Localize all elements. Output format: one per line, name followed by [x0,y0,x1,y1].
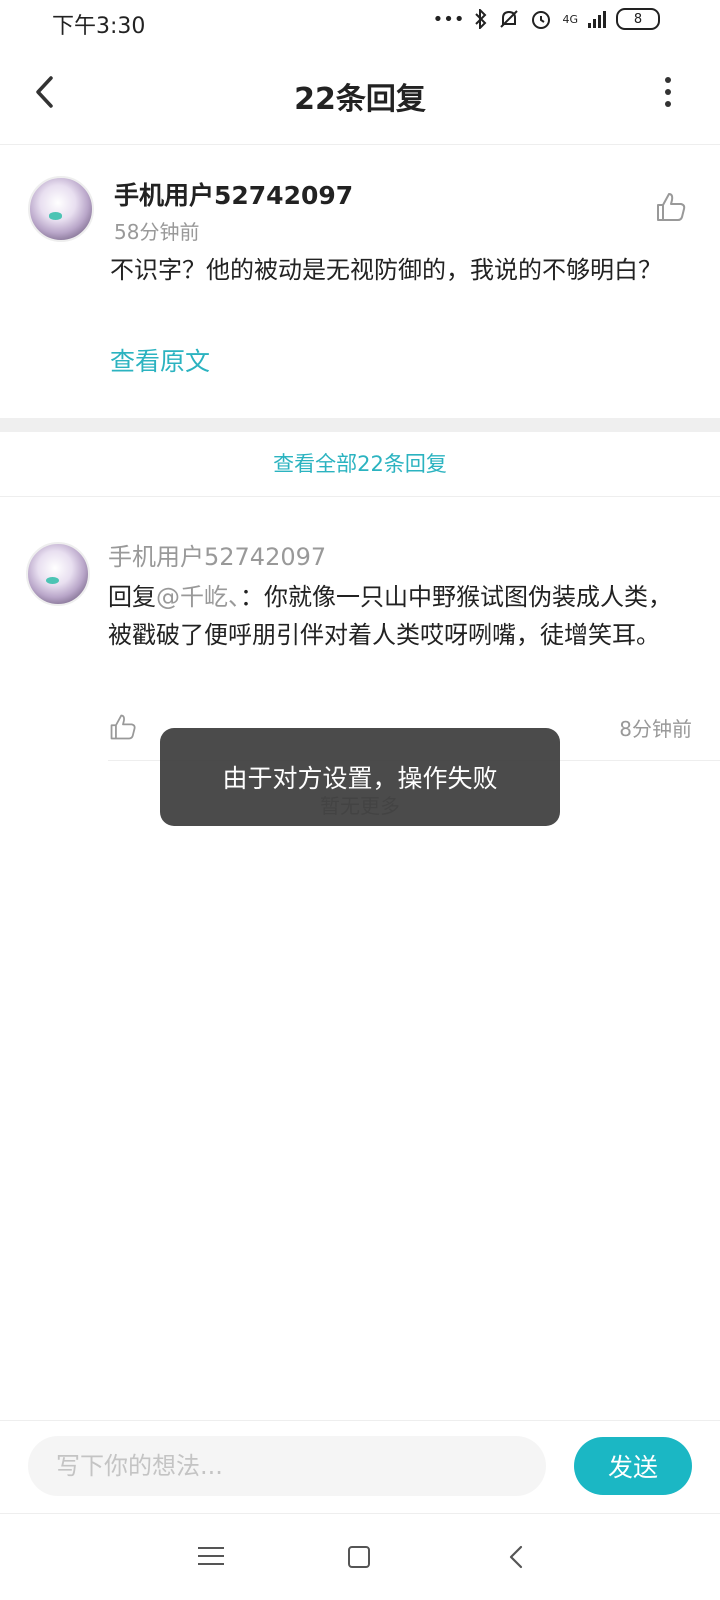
reply-prefix: 回复 [108,583,156,611]
signal-icon [588,10,606,28]
reply-avatar[interactable] [26,542,90,606]
reply-mention[interactable]: @千屹、 [156,583,240,611]
more-options-button[interactable] [656,70,680,114]
view-original-link[interactable]: 查看原文 [110,342,210,378]
page-title: 22条回复 [294,82,426,117]
status-bar: 下午3:30 ••• 4G 8 [0,0,720,44]
system-nav-bar [0,1514,720,1600]
battery-icon: 8 [616,8,660,30]
main-comment-avatar[interactable] [28,176,94,242]
thumbs-up-icon [110,714,136,740]
section-divider [0,418,720,432]
like-button[interactable] [654,190,688,224]
main-comment-time: 58分钟前 [114,220,200,244]
comment-input[interactable] [28,1436,546,1496]
status-icons: ••• 4G 8 [433,8,660,30]
menu-icon[interactable] [198,1542,224,1570]
app-header: 22条回复 [0,44,720,145]
send-button[interactable]: 发送 [574,1437,692,1495]
bluetooth-icon [475,9,487,29]
view-all-replies-link[interactable]: 查看全部22条回复 [0,432,720,497]
thumbs-up-icon [657,193,686,221]
status-time: 下午3:30 [52,14,146,39]
reply-like-button[interactable] [108,712,138,742]
mute-bell-icon [500,10,519,28]
more-dot [665,101,671,107]
alarm-icon [532,11,551,29]
reply-time: 8分钟前 [619,717,692,741]
home-icon[interactable] [348,1546,370,1568]
more-dots-icon: ••• [432,8,465,30]
more-dot [665,89,671,95]
main-comment-content: 不识字？他的被动是无视防御的，我说的不够明白？ [110,256,662,284]
main-comment-username[interactable]: 手机用户52742097 [114,176,353,212]
reply-content: 回复@千屹、：你就像一只山中野猴试图伪装成人类，被戳破了便呼朋引伴对着人类哎呀咧… [108,578,688,654]
toast-text: 由于对方设置，操作失败 [222,764,498,793]
reply-username[interactable]: 手机用户52742097 [108,537,326,572]
nav-back-icon[interactable] [502,1542,532,1572]
network-type: 4G [562,12,578,26]
toast-message: 由于对方设置，操作失败 [160,728,560,826]
comment-bar: 发送 [0,1420,720,1514]
battery-level: 8 [633,11,643,27]
more-dot [665,77,671,83]
